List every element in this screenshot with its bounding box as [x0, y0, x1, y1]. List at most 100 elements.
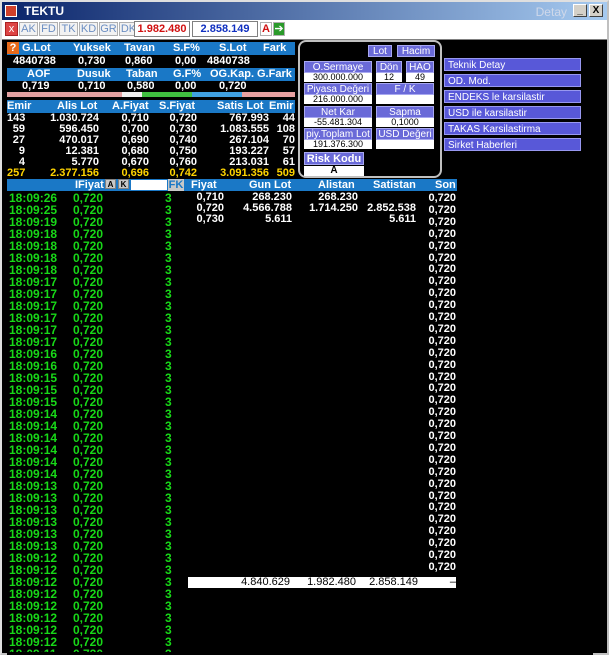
fk-value [376, 95, 434, 104]
link-usd[interactable]: USD ile karsilastir [444, 106, 581, 119]
price-satistan: 5.611 [389, 213, 416, 225]
son-value: 0,720 [428, 370, 456, 383]
depth-total-row: 257 2.377.156 0,696 0,742 3.091.356 509 [7, 168, 295, 179]
piyasa-degeri-value: 216.000.000 [304, 95, 372, 104]
price-alistan: 1.714.250 [309, 202, 358, 214]
value-dusuk: 0,710 [78, 80, 106, 92]
son-value: 0,720 [428, 477, 456, 490]
lot-button[interactable]: Lot [368, 45, 392, 57]
close-tab-icon[interactable]: x [5, 22, 18, 36]
value-tavan: 0,860 [125, 55, 153, 67]
header-son: Son [435, 179, 456, 191]
son-value: 0,720 [428, 251, 456, 264]
son-value: 0,720 [428, 358, 456, 371]
tab-fd[interactable]: FD [39, 22, 58, 36]
son-value: 0,720 [428, 501, 456, 514]
totals-row: 4.840.629 1.982.480 2.858.149 – [188, 577, 456, 588]
son-column: 0,720 0,720 0,720 0,720 0,720 0,720 0,720 0,720… [420, 192, 456, 582]
header-fiyat[interactable]: Fiyat [191, 179, 217, 191]
summary-values-2: 0,719 0,710 0,580 0,00 0,720 [7, 80, 295, 92]
info-panel: Lot Hacim O.Sermaye 300.000.000 Dön 12 H… [298, 40, 442, 178]
value-sf: 0,00 [175, 55, 197, 67]
usd-degeri-value [376, 140, 434, 149]
net-kar-value: -55.481.304 [304, 118, 372, 127]
a-button[interactable]: A [260, 22, 272, 36]
a-filter-button[interactable]: A [105, 179, 116, 189]
minimize-button[interactable]: _ [573, 4, 587, 17]
tab-gr[interactable]: GR [99, 22, 118, 36]
trade-price: 0,720 [73, 648, 103, 652]
son-value: 0,720 [428, 394, 456, 407]
link-endeks[interactable]: ENDEKS le karsilastir [444, 90, 581, 103]
son-value: 0,720 [428, 465, 456, 478]
title-bar[interactable]: TEKTU Detay _ X [2, 2, 607, 20]
son-value: 0,720 [428, 453, 456, 466]
price-row[interactable]: 0,730 5.611 5.611 [188, 214, 420, 225]
price-gun-lot: 5.611 [265, 213, 292, 225]
header-satistan: Satistan [373, 179, 416, 191]
son-value: 0,720 [428, 287, 456, 300]
son-value: 0,720 [428, 275, 456, 288]
value-gf: 0,00 [175, 80, 197, 92]
summary-values-1: 4840738 0,730 0,860 0,00 4840738 [7, 55, 295, 67]
price-fiyat: 0,730 [196, 213, 224, 225]
fk-label: F / K [376, 83, 434, 95]
son-value: 0,720 [428, 203, 456, 216]
o-sermaye-value: 300.000.000 [304, 73, 372, 82]
go-arrow-icon[interactable]: ➔ [273, 22, 285, 36]
son-value: 0,720 [428, 525, 456, 538]
tab-tk[interactable]: TK [59, 22, 78, 36]
depth-cell: 0,696 [121, 167, 149, 179]
value-aof: 0,719 [22, 80, 50, 92]
trade-time: 18:09:11 [9, 648, 56, 652]
son-value: 0,720 [428, 406, 456, 419]
trade-fk: 3 [165, 648, 172, 652]
usd-degeri-label: USD Değeri [376, 128, 434, 140]
son-value: 0,720 [428, 549, 456, 561]
vertical-scrollbar[interactable] [594, 40, 607, 653]
trade-list[interactable]: 18:09:26 0,720 3 18:09:25 0,720 3 18:09:19 0,72… [7, 192, 187, 652]
close-button[interactable]: X [589, 4, 603, 17]
header-fark: Fark [263, 42, 287, 54]
header-ifiyat: IFiyat [75, 179, 104, 191]
son-value: 0,720 [428, 311, 456, 323]
header-glot: G.Lot [22, 42, 51, 54]
son-value: 0,720 [428, 382, 456, 395]
filter-input[interactable] [131, 180, 167, 190]
son-value: 0,720 [428, 441, 456, 454]
depth-cell: 509 [276, 167, 295, 179]
link-takas[interactable]: TAKAS Karsilastirma [444, 122, 581, 135]
hacim-button[interactable]: Hacim [397, 45, 435, 57]
link-od-mod[interactable]: OD. Mod. [444, 74, 581, 87]
link-teknik-detay[interactable]: Teknik Detay [444, 58, 581, 71]
son-value: 0,720 [428, 489, 456, 502]
header-yuksek: Yuksek [73, 42, 111, 54]
tab-ak[interactable]: AK [19, 22, 38, 36]
summary-header-1: ? G.Lot Yuksek Tavan S.F% S.Lot Fark [7, 42, 295, 55]
son-value: 0,720 [428, 227, 456, 240]
total-son: – [449, 576, 456, 588]
depth-cell: 0,742 [169, 167, 197, 179]
k-filter-button[interactable]: K [118, 179, 129, 189]
value-yuksek: 0,730 [78, 55, 106, 67]
net-kar-label: Net Kar [304, 106, 372, 118]
help-icon[interactable]: ? [7, 42, 19, 54]
header-slot: S.Lot [219, 42, 247, 54]
header-tavan: Tavan [124, 42, 155, 54]
tab-kd[interactable]: KD [79, 22, 98, 36]
link-sirket-haberleri[interactable]: Sirket Haberleri [444, 138, 581, 151]
sapma-label: Sapma [376, 106, 434, 118]
header-sf: S.F% [173, 42, 200, 54]
trade-grid-header: IFiyat A K FK Fiyat Gun Lot Alistan Sati… [7, 179, 457, 191]
header-gun-lot: Gun Lot [249, 179, 292, 191]
depth-cell: 3.091.356 [220, 167, 269, 179]
header-fk[interactable]: FK [168, 179, 184, 191]
hao-value: 49 [406, 73, 434, 82]
son-value: 0,720 [428, 215, 456, 228]
trade-row[interactable]: 18:09:11 0,720 3 [7, 648, 187, 652]
son-value: 0,720 [428, 537, 456, 550]
son-value: 0,720 [428, 192, 456, 204]
son-value: 0,720 [428, 418, 456, 431]
o-sermaye-label: O.Sermaye [304, 61, 372, 73]
sapma-value: 0,1000 [376, 118, 434, 127]
